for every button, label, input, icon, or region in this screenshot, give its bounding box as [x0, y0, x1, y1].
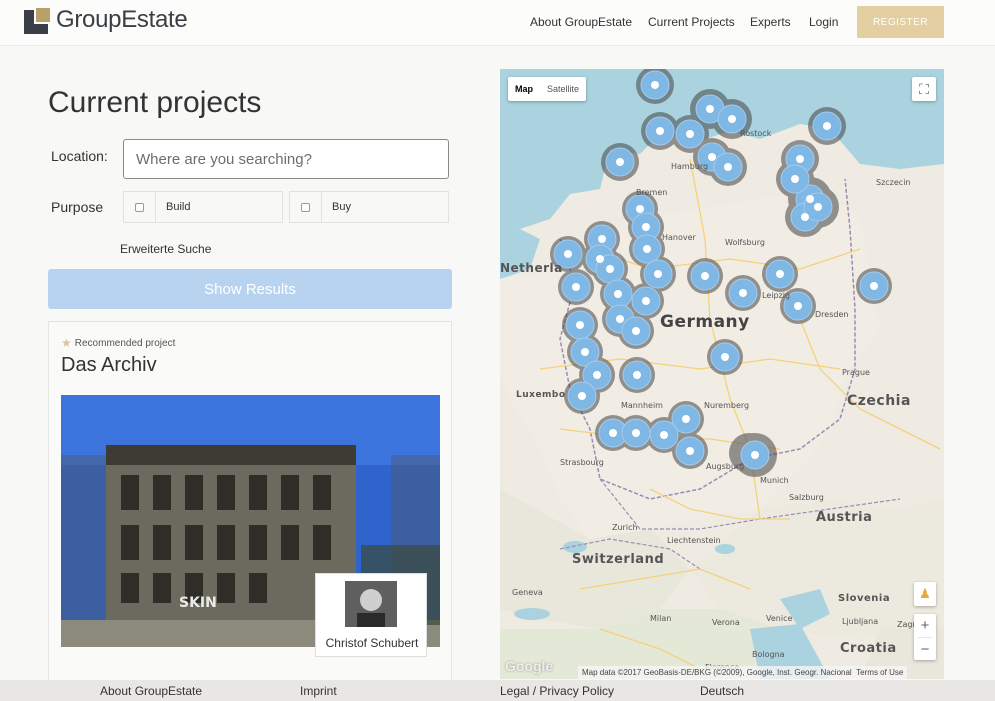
- star-icon: ★: [61, 336, 72, 350]
- project-card[interactable]: ★ Recommended project Das Archiv SKIN Ch…: [48, 321, 452, 701]
- city-label: Prague: [842, 368, 870, 377]
- label-germany: Germany: [660, 312, 750, 332]
- city-label: Liechtenstein: [667, 536, 721, 545]
- label-luxembourg: Luxembo: [516, 390, 566, 400]
- label-netherlands: Netherla: [500, 261, 563, 275]
- project-title[interactable]: Das Archiv: [61, 354, 157, 377]
- register-button[interactable]: REGISTER: [857, 6, 944, 38]
- city-label: Dresden: [815, 310, 849, 319]
- graffiti-text: SKIN: [179, 595, 217, 611]
- city-label: Wolfsburg: [725, 238, 765, 247]
- map-attribution: Map data ©2017 GeoBasis-DE/BKG (©2009), …: [578, 666, 908, 679]
- city-label: Hamburg: [671, 162, 709, 171]
- terms-of-use-link[interactable]: Terms of Use: [856, 668, 903, 677]
- location-label: Location:: [51, 148, 108, 164]
- label-slovenia: Slovenia: [838, 593, 891, 604]
- projects-map[interactable]: Germany Czechia Austria Switzerland Croa…: [500, 69, 944, 679]
- recommended-label: Recommended project: [74, 337, 176, 349]
- logo-mark-icon: [24, 6, 52, 34]
- city-label: Strasbourg: [560, 458, 604, 467]
- build-label: Build: [166, 201, 191, 213]
- city-label: Milan: [650, 614, 672, 623]
- city-label: Augsburg: [706, 462, 745, 471]
- city-label: Verona: [712, 618, 740, 627]
- location-search-input[interactable]: [123, 139, 449, 179]
- map-type-satellite-button[interactable]: Satellite: [540, 77, 586, 101]
- city-label: Mannheim: [621, 401, 663, 410]
- label-croatia: Croatia: [840, 641, 897, 656]
- author-avatar: [345, 581, 397, 627]
- recommended-badge: ★ Recommended project: [61, 336, 175, 350]
- city-label: Leipzig: [762, 291, 791, 300]
- divider: [321, 192, 322, 222]
- page-title: Current projects: [48, 86, 262, 119]
- nav-login[interactable]: Login: [809, 15, 838, 29]
- footer: About GroupEstate Imprint Legal / Privac…: [0, 680, 995, 701]
- city-label: Venice: [766, 614, 793, 623]
- avatar-photo-icon: [345, 581, 397, 627]
- city-label: Nuremberg: [704, 401, 750, 410]
- city-label: Szczecin: [876, 178, 911, 187]
- zoom-out-button[interactable]: −: [914, 638, 936, 661]
- zoom-in-button[interactable]: +: [914, 614, 936, 637]
- map-type-map-button[interactable]: Map: [508, 77, 540, 101]
- city-label: Munich: [760, 476, 789, 485]
- zoom-control: + −: [914, 614, 936, 660]
- purpose-build-option[interactable]: Build: [123, 191, 283, 223]
- show-results-button[interactable]: Show Results: [48, 269, 452, 309]
- city-label: Ljubljana: [842, 617, 879, 626]
- city-label: Zurich: [612, 523, 638, 532]
- city-label: Bremen: [636, 188, 668, 197]
- city-label: Geneva: [512, 588, 543, 597]
- nav-about[interactable]: About GroupEstate: [530, 15, 632, 29]
- map-canvas[interactable]: [500, 69, 944, 679]
- buy-checkbox[interactable]: [301, 202, 310, 212]
- city-label: Salzburg: [789, 493, 824, 502]
- divider: [155, 192, 156, 222]
- footer-language-link[interactable]: Deutsch: [700, 684, 744, 698]
- author-name: Christof Schubert: [325, 636, 419, 650]
- attribution-text: Map data ©2017 GeoBasis-DE/BKG (©2009), …: [582, 668, 852, 677]
- buy-label: Buy: [332, 201, 351, 213]
- nav-experts[interactable]: Experts: [750, 15, 791, 29]
- purpose-label: Purpose: [51, 199, 104, 215]
- top-navigation-bar: GroupEstate About GroupEstate Current Pr…: [0, 0, 995, 46]
- label-austria: Austria: [816, 510, 873, 525]
- footer-about-link[interactable]: About GroupEstate: [100, 684, 202, 698]
- city-label: Hanover: [662, 233, 696, 242]
- advanced-search-link[interactable]: Erweiterte Suche: [120, 242, 211, 256]
- nav-current-projects[interactable]: Current Projects: [648, 15, 735, 29]
- map-type-control: Map Satellite: [508, 77, 587, 101]
- city-label: Rostock: [740, 129, 772, 138]
- author-badge[interactable]: Christof Schubert: [315, 573, 427, 657]
- footer-legal-link[interactable]: Legal / Privacy Policy: [500, 684, 614, 698]
- label-czechia: Czechia: [847, 393, 911, 409]
- purpose-buy-option[interactable]: Buy: [289, 191, 449, 223]
- fullscreen-icon[interactable]: ⛶: [912, 77, 936, 101]
- google-logo[interactable]: Google: [505, 658, 553, 674]
- logo[interactable]: GroupEstate: [24, 6, 188, 34]
- street-view-pegman-icon[interactable]: ♟: [914, 582, 936, 606]
- label-switzerland: Switzerland: [572, 552, 665, 567]
- city-label: Bologna: [752, 650, 785, 659]
- logo-text: GroupEstate: [56, 6, 188, 33]
- build-checkbox[interactable]: [135, 202, 144, 212]
- footer-imprint-link[interactable]: Imprint: [300, 684, 337, 698]
